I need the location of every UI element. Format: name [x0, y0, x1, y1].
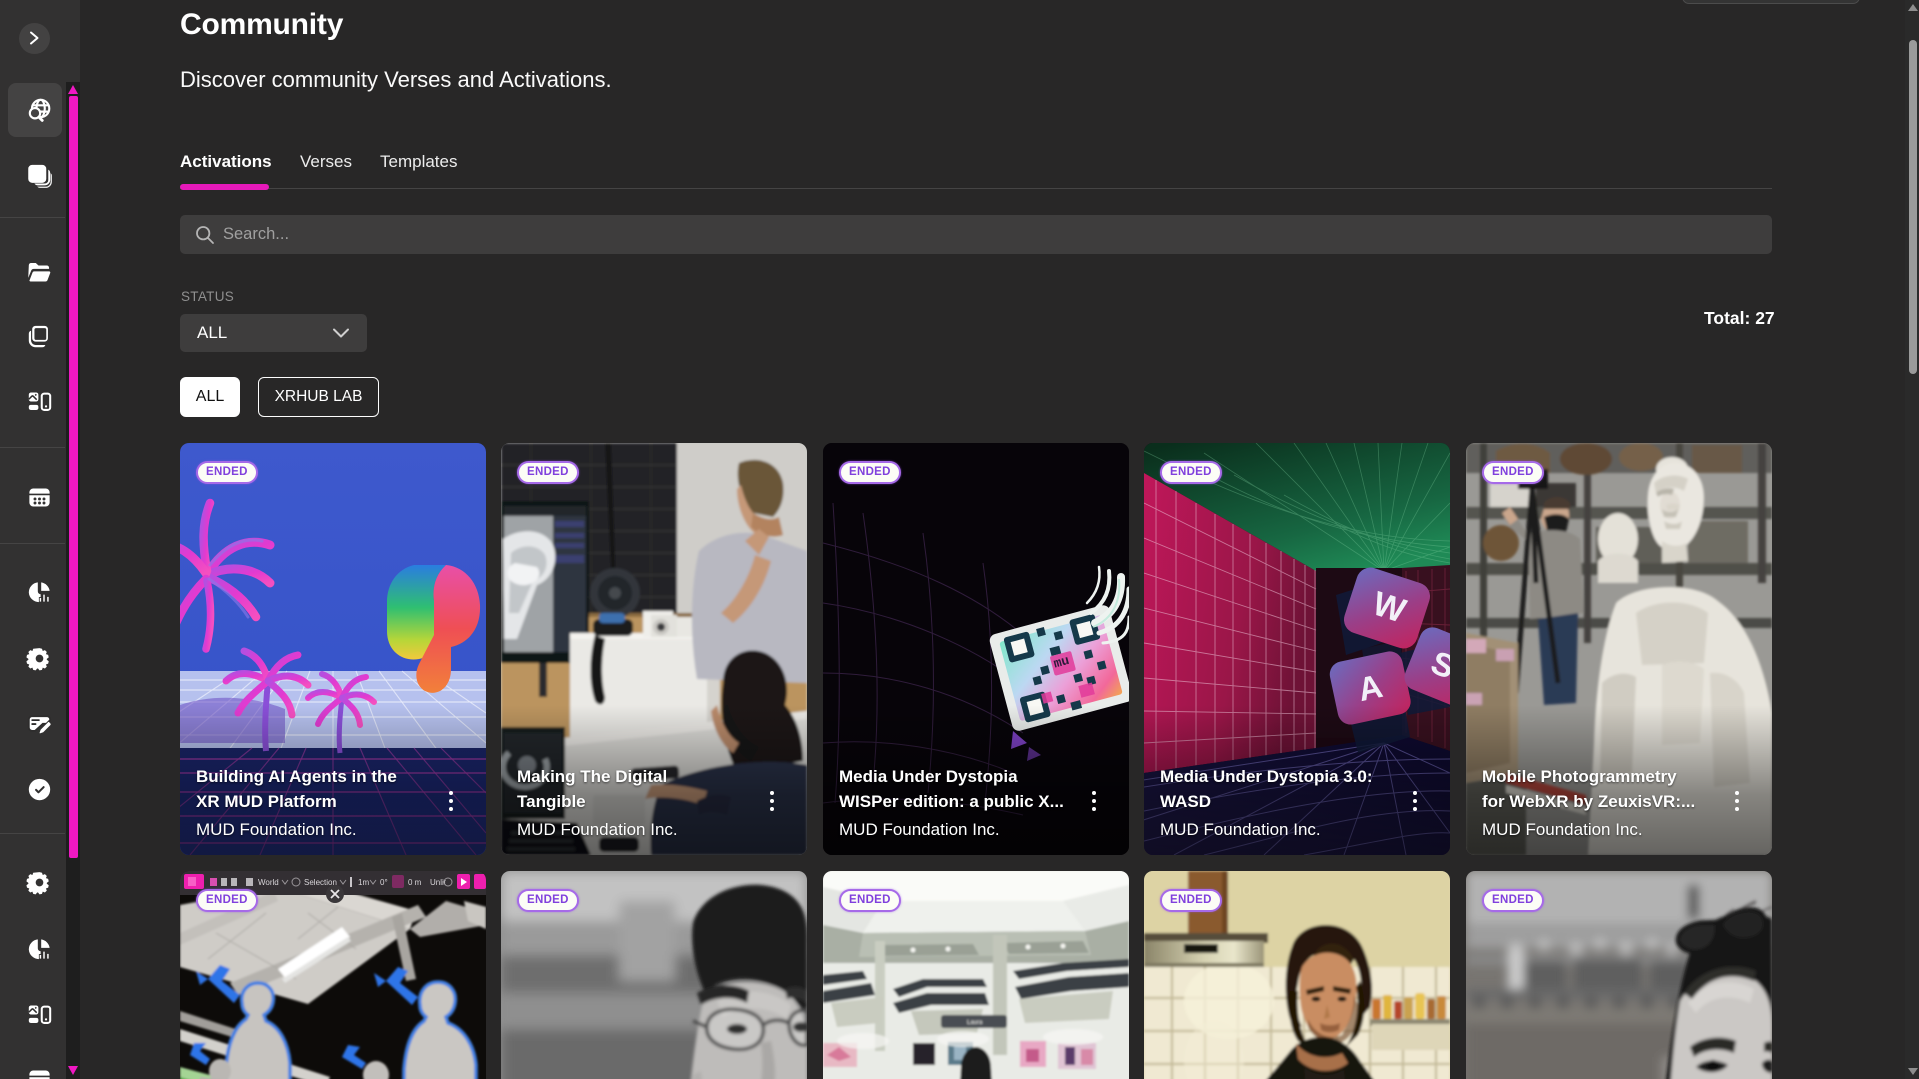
svg-text:Laura: Laura: [967, 1020, 983, 1026]
svg-text:0°: 0°: [380, 878, 388, 887]
svg-text:1m: 1m: [358, 878, 369, 887]
svg-text:0 m: 0 m: [408, 878, 422, 887]
svg-text:World: World: [258, 878, 279, 887]
